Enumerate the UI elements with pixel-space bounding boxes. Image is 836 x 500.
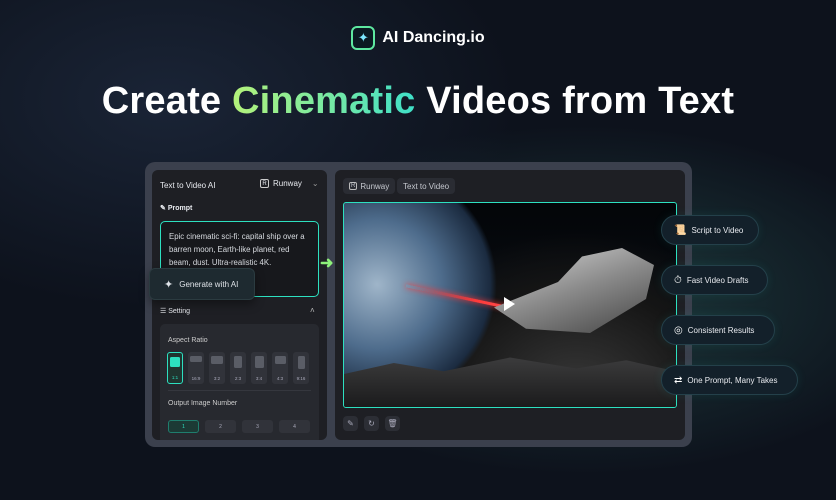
ratio-shape: [190, 356, 202, 362]
prompt-icon: ✎: [160, 205, 166, 212]
script-icon: 📜: [674, 224, 687, 236]
aspect-ratio-options: 1:1 16:9 3:2 2:3 3:4 4:3 9:16: [167, 352, 309, 384]
output-number-options: 1 2 3 4: [168, 420, 310, 433]
prompt-label: ✎ Prompt: [160, 204, 192, 212]
prompt-label-text: Prompt: [167, 205, 193, 212]
feature-script-to-video: 📜 Script to Video: [661, 215, 759, 245]
capital-ship: [494, 248, 654, 333]
panel-title: Text to Video AI: [160, 181, 216, 190]
ratio-label: 4:3: [276, 376, 284, 381]
feature-label: Fast Video Drafts: [686, 275, 749, 285]
ratio-option[interactable]: 9:16: [293, 352, 309, 384]
pencil-icon: ✎: [347, 419, 354, 428]
right-panel: R Runway Text to Video ✎ ↻ 🗑: [335, 170, 685, 440]
feature-one-prompt: ⇄ One Prompt, Many Takes: [661, 365, 798, 395]
trash-icon: 🗑: [387, 419, 398, 428]
feature-label: One Prompt, Many Takes: [687, 375, 778, 385]
chevron-down-icon: ⌄: [311, 179, 319, 188]
ratio-option[interactable]: 4:3: [272, 352, 288, 384]
generate-with-ai-button[interactable]: ✦ Generate with AI: [149, 268, 255, 300]
tag-text-to-video: Text to Video: [397, 178, 456, 194]
play-icon[interactable]: [504, 297, 515, 311]
chevron-up-icon[interactable]: ˄: [310, 306, 315, 315]
tag-label: Text to Video: [403, 181, 450, 191]
ratio-label: 9:16: [296, 376, 306, 381]
settings-card: Aspect Ratio 1:1 16:9 3:2 2:3 3:4 4:3 9:…: [160, 324, 319, 440]
number-option[interactable]: 1: [168, 420, 199, 433]
brand-name: AI Dancing.io: [382, 29, 485, 46]
stopwatch-icon: ⏱: [674, 274, 682, 286]
tag-runway: R Runway: [343, 178, 396, 194]
ratio-shape: [297, 356, 305, 369]
ratio-label: 1:1: [171, 375, 179, 380]
runway-icon: R: [260, 179, 269, 188]
dancer-logo-icon: ✦: [351, 26, 376, 50]
left-panel: Text to Video AI R Runway ⌄ ✎ Prompt Epi…: [152, 170, 327, 440]
ratio-shape: [170, 357, 180, 367]
arrow-right-icon: ➜: [320, 255, 334, 272]
moon-surface: [344, 357, 676, 407]
setting-header[interactable]: ☰ Setting: [160, 307, 190, 315]
headline: Create Cinematic Videos from Text: [0, 80, 836, 123]
aspect-ratio-label: Aspect Ratio: [168, 337, 208, 344]
ratio-option[interactable]: 3:4: [251, 352, 267, 384]
repeat-icon: ⇄: [674, 374, 683, 386]
ratio-shape: [274, 356, 286, 364]
refresh-icon: ↻: [368, 419, 375, 428]
tag-label: Runway: [360, 181, 390, 191]
delete-button[interactable]: 🗑: [385, 416, 400, 431]
ratio-option[interactable]: 3:2: [209, 352, 225, 384]
ratio-option[interactable]: 2:3: [230, 352, 246, 384]
model-value: Runway: [273, 179, 302, 188]
ratio-label: 3:2: [213, 376, 221, 381]
headline-part: Videos from Text: [415, 80, 735, 122]
regenerate-button[interactable]: ↻: [364, 416, 379, 431]
headline-part: Create: [101, 80, 233, 122]
feature-consistent-results: ◎ Consistent Results: [661, 315, 775, 345]
sparkle-icon: ✦: [164, 278, 174, 291]
ratio-label: 2:3: [234, 376, 242, 381]
ratio-shape: [211, 356, 223, 364]
brand: ✦ AI Dancing.io: [0, 26, 836, 50]
ratio-shape: [234, 356, 242, 368]
feature-label: Script to Video: [691, 225, 744, 235]
output-number-label: Output Image Number: [168, 400, 238, 407]
ratio-label: 16:9: [191, 376, 201, 381]
sliders-icon: ☰: [160, 308, 167, 315]
generate-label: Generate with AI: [179, 279, 239, 289]
runway-icon: R: [349, 182, 358, 190]
model-select[interactable]: R Runway ⌄: [260, 179, 319, 188]
number-option[interactable]: 4: [279, 420, 310, 433]
ratio-shape: [254, 356, 264, 368]
feature-label: Consistent Results: [687, 325, 755, 335]
headline-highlight: Cinematic: [232, 80, 416, 122]
setting-label: Setting: [168, 308, 191, 315]
feature-fast-drafts: ⏱ Fast Video Drafts: [661, 265, 768, 295]
number-option[interactable]: 2: [205, 420, 236, 433]
ratio-option[interactable]: 1:1: [167, 352, 183, 384]
ratio-label: 3:4: [255, 376, 263, 381]
number-option[interactable]: 3: [242, 420, 273, 433]
video-preview[interactable]: [343, 202, 677, 408]
target-icon: ◎: [674, 324, 683, 336]
ratio-option[interactable]: 16:9: [188, 352, 204, 384]
edit-button[interactable]: ✎: [343, 416, 358, 431]
divider: [168, 390, 311, 391]
